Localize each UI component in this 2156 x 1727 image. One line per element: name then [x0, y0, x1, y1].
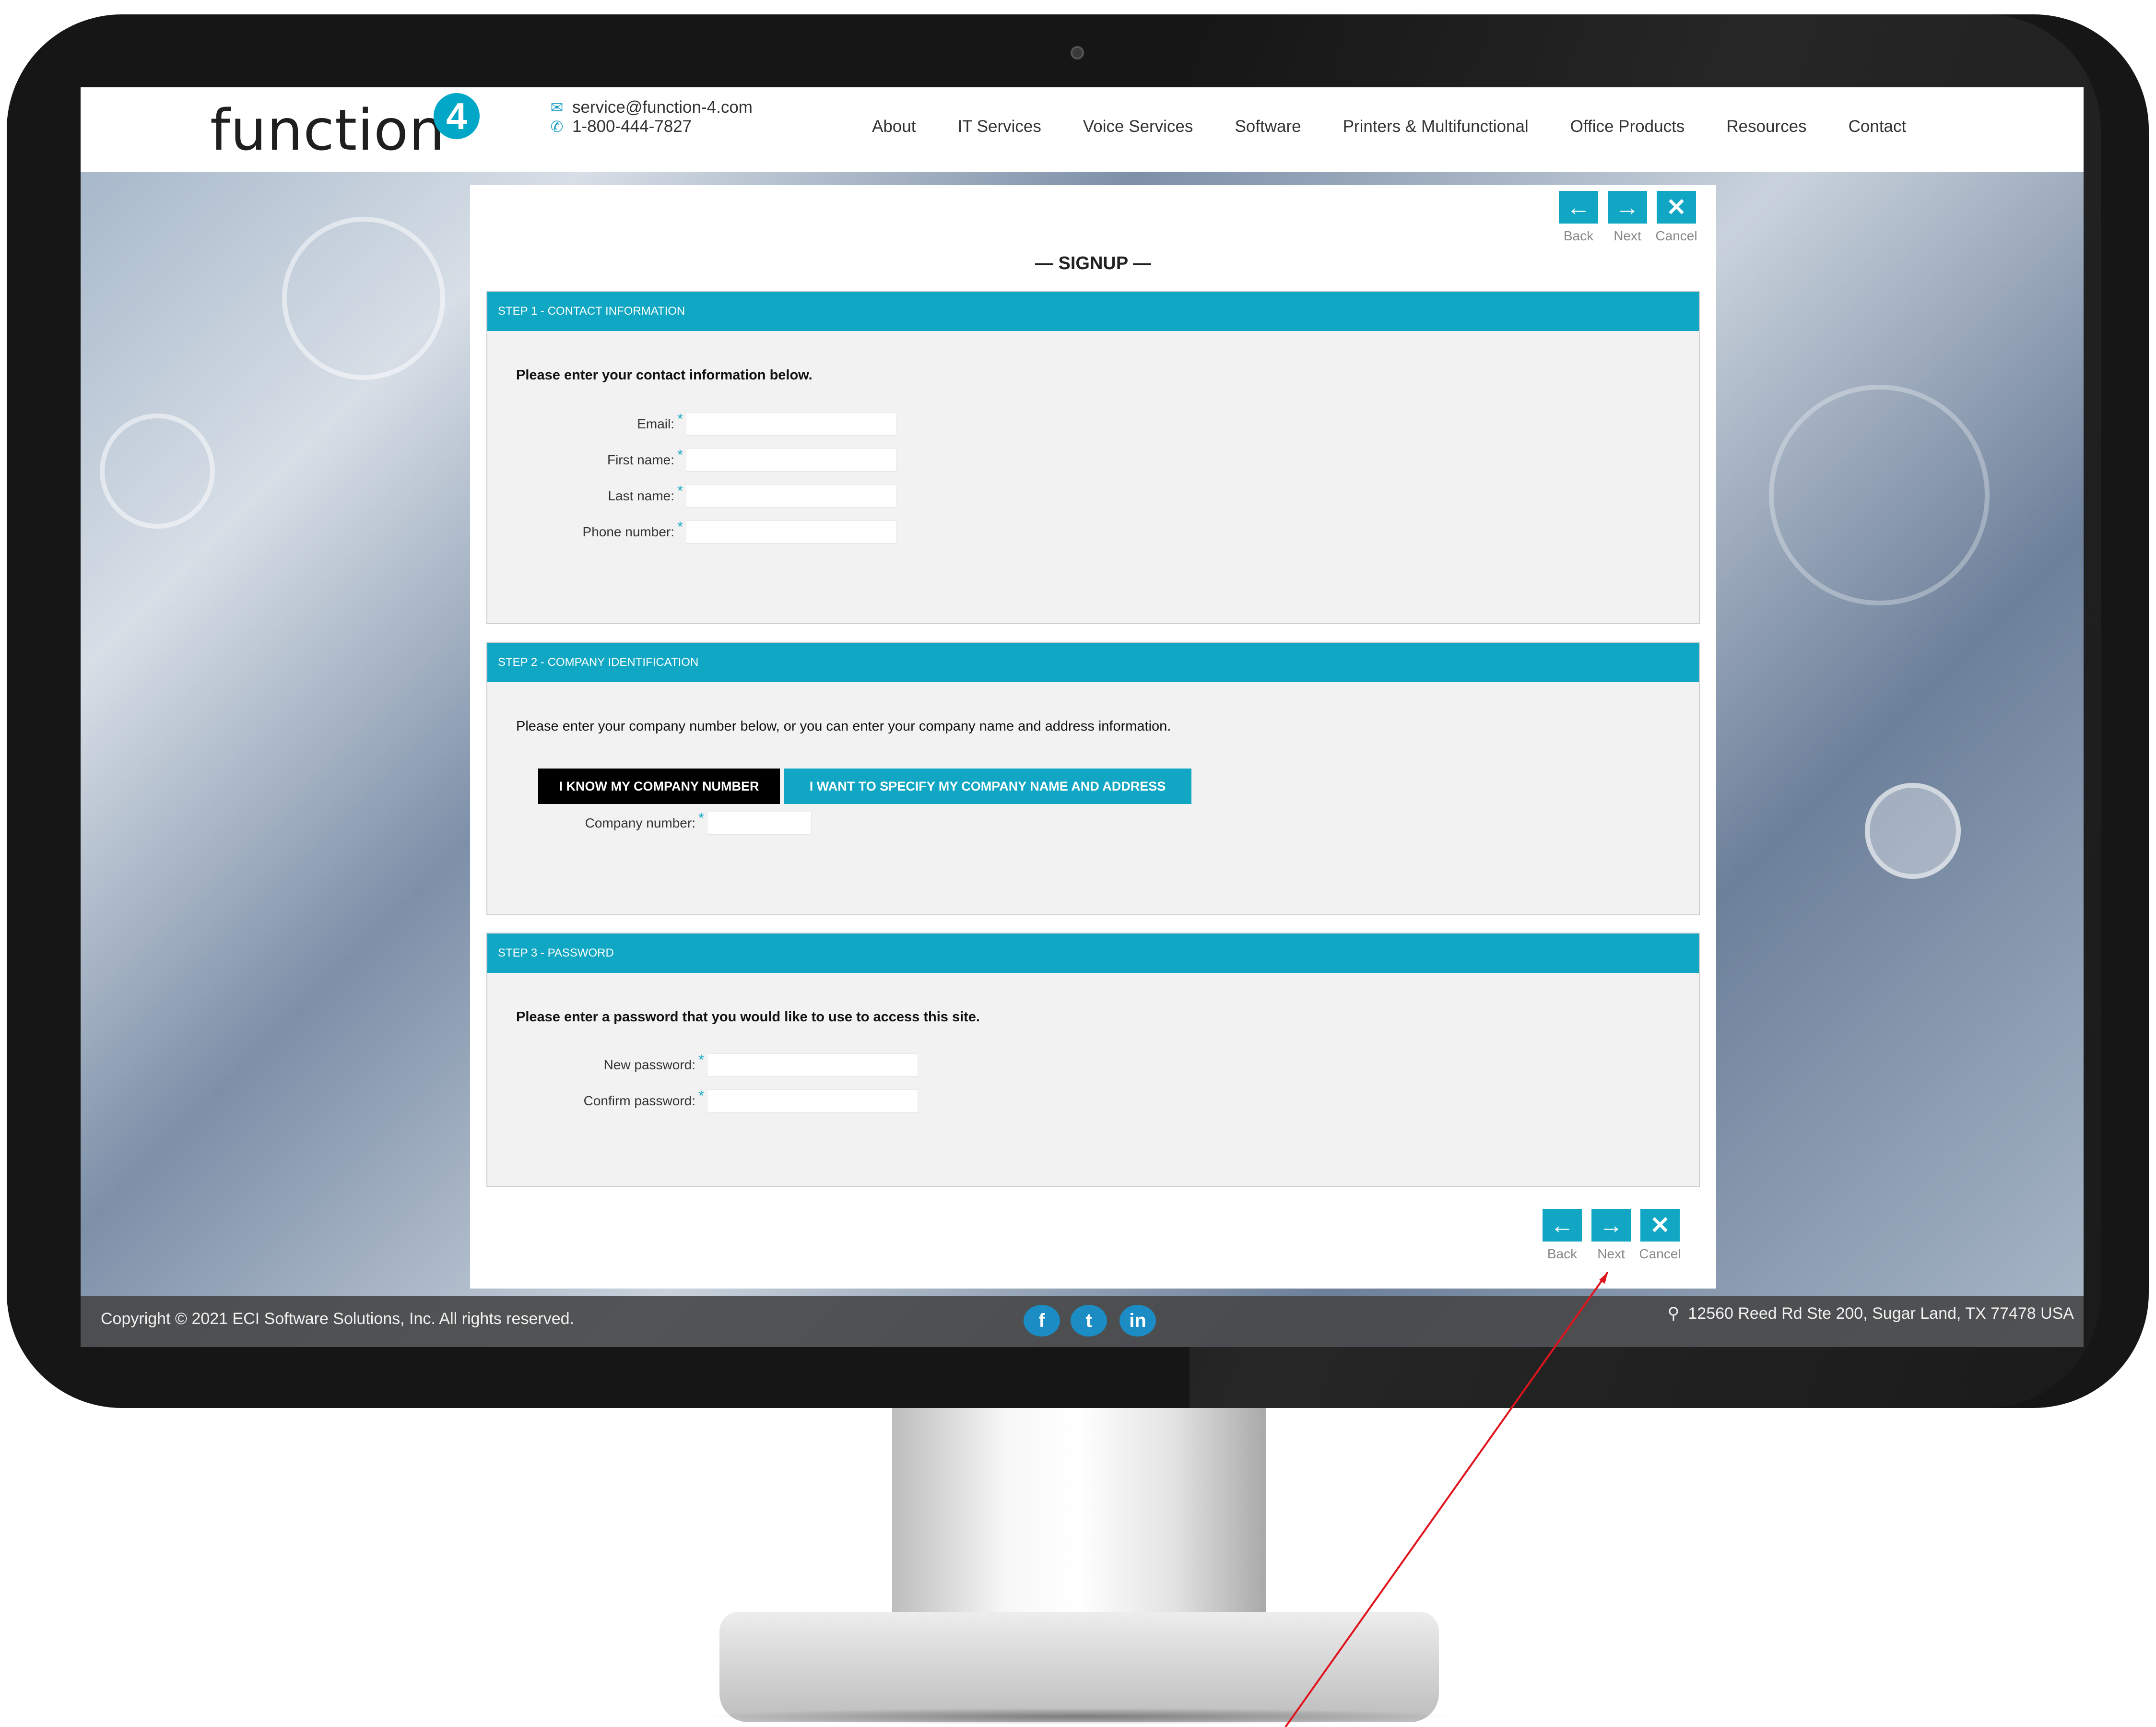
first-name-label: First name:	[607, 452, 674, 467]
nav-item-office-products[interactable]: Office Products	[1570, 117, 1685, 136]
new-password-field[interactable]	[707, 1053, 918, 1076]
required-marker: *	[698, 1088, 704, 1104]
required-marker: *	[677, 411, 683, 427]
new-password-row: New password: *	[487, 1052, 918, 1076]
arrow-right-icon[interactable]: →	[1608, 191, 1647, 224]
step-intro: Please enter your contact information be…	[516, 367, 813, 383]
last-name-field[interactable]	[685, 485, 897, 508]
email-row: Email: *	[487, 411, 897, 436]
required-marker: *	[698, 810, 704, 826]
phone-number-label: Phone number:	[582, 524, 674, 539]
phone-text[interactable]: 1-800-444-7827	[572, 117, 692, 136]
background-circle	[100, 414, 215, 529]
top-wizard-buttons: ← Back → Next ✕ Cancel	[1559, 191, 1706, 244]
confirm-password-label: Confirm password:	[583, 1093, 695, 1108]
cancel-label: Cancel	[1655, 228, 1697, 243]
arrow-left-icon[interactable]: ←	[1559, 191, 1598, 224]
nav-item-software[interactable]: Software	[1235, 117, 1301, 136]
site-footer: Copyright © 2021 ECI Software Solutions,…	[81, 1296, 2084, 1347]
required-marker: *	[677, 519, 683, 535]
cancel-button[interactable]: ✕ Cancel	[1639, 1209, 1681, 1262]
monitor-screen: function 4 ✉ service@function-4.com ✆ 1-…	[81, 87, 2084, 1347]
step-intro: Please enter a password that you would l…	[516, 1009, 980, 1025]
nav-item-voice-services[interactable]: Voice Services	[1083, 117, 1193, 136]
email-field[interactable]	[685, 413, 897, 436]
last-name-label: Last name:	[608, 488, 674, 503]
option-known-company-number[interactable]: I KNOW MY COMPANY NUMBER	[538, 769, 780, 804]
arrow-right-icon[interactable]: →	[1591, 1209, 1631, 1242]
step-password: STEP 3 - PASSWORD Please enter a passwor…	[486, 933, 1700, 1187]
step-intro: Please enter your company number below, …	[516, 719, 1171, 734]
background-circle	[1769, 385, 1990, 605]
option-specify-company-name[interactable]: I WANT TO SPECIFY MY COMPANY NAME AND AD…	[784, 769, 1191, 804]
monitor-base	[719, 1612, 1439, 1722]
cancel-button[interactable]: ✕ Cancel	[1655, 191, 1697, 244]
webcam	[1071, 46, 1084, 59]
email-text[interactable]: service@function-4.com	[572, 98, 753, 117]
required-marker: *	[677, 447, 683, 463]
step-header: STEP 2 - COMPANY IDENTIFICATION	[487, 643, 1699, 682]
close-icon[interactable]: ✕	[1657, 191, 1696, 224]
company-number-field[interactable]	[707, 812, 812, 835]
nav-item-contact[interactable]: Contact	[1849, 117, 1907, 136]
background-circle	[282, 217, 445, 380]
required-marker: *	[677, 483, 683, 499]
main-nav: About IT Services Voice Services Softwar…	[872, 117, 1948, 136]
copyright-text: Copyright © 2021 ECI Software Solutions,…	[101, 1310, 574, 1328]
monitor-stand	[892, 1408, 1266, 1633]
phone-number-row: Phone number: *	[487, 519, 897, 544]
stand-shadow	[700, 1708, 1458, 1725]
bottom-wizard-buttons: ← Back → Next ✕ Cancel	[1543, 1209, 1689, 1262]
back-button[interactable]: ← Back	[1543, 1209, 1582, 1262]
nav-item-printers[interactable]: Printers & Multifunctional	[1343, 117, 1529, 136]
nav-item-about[interactable]: About	[872, 117, 916, 136]
background-circle	[1865, 783, 1961, 879]
company-number-row: Company number: *	[487, 810, 812, 835]
close-icon[interactable]: ✕	[1640, 1209, 1680, 1242]
address-text: 12560 Reed Rd Ste 200, Sugar Land, TX 77…	[1688, 1304, 2074, 1323]
header-email[interactable]: ✉ service@function-4.com	[548, 98, 753, 117]
facebook-icon[interactable]: f	[1024, 1305, 1060, 1337]
signup-panel: ← Back → Next ✕ Cancel — SIGNUP — STEP 1…	[470, 185, 1716, 1289]
step-contact-information: STEP 1 - CONTACT INFORMATION Please ente…	[486, 291, 1700, 624]
footer-address: ⚲ 12560 Reed Rd Ste 200, Sugar Land, TX …	[1667, 1304, 2074, 1323]
email-label: Email:	[637, 416, 674, 431]
last-name-row: Last name: *	[487, 483, 897, 508]
step-header: STEP 1 - CONTACT INFORMATION	[487, 292, 1699, 331]
cancel-label: Cancel	[1639, 1246, 1681, 1261]
nav-item-resources[interactable]: Resources	[1726, 117, 1806, 136]
first-name-row: First name: *	[487, 447, 897, 472]
phone-icon: ✆	[550, 118, 564, 135]
page-title: — SIGNUP —	[1035, 253, 1152, 273]
required-marker: *	[698, 1052, 704, 1068]
next-button[interactable]: → Next	[1591, 1209, 1631, 1262]
logo-badge: 4	[434, 93, 480, 139]
linkedin-icon[interactable]: in	[1119, 1305, 1156, 1337]
confirm-password-field[interactable]	[707, 1089, 918, 1112]
back-button[interactable]: ← Back	[1559, 191, 1598, 244]
twitter-icon[interactable]: t	[1071, 1305, 1107, 1337]
map-pin-icon: ⚲	[1667, 1304, 1680, 1323]
phone-number-field[interactable]	[685, 520, 897, 544]
site-header: function 4 ✉ service@function-4.com ✆ 1-…	[81, 87, 2084, 172]
envelope-icon: ✉	[550, 99, 564, 116]
arrow-left-icon[interactable]: ←	[1543, 1209, 1582, 1242]
first-name-field[interactable]	[685, 449, 897, 472]
company-number-label: Company number:	[585, 816, 695, 830]
step-header: STEP 3 - PASSWORD	[487, 934, 1699, 973]
step-company-identification: STEP 2 - COMPANY IDENTIFICATION Please e…	[486, 642, 1700, 915]
nav-item-it-services[interactable]: IT Services	[957, 117, 1041, 136]
new-password-label: New password:	[603, 1057, 695, 1072]
brand-logo[interactable]: function	[210, 97, 445, 163]
confirm-password-row: Confirm password: *	[487, 1088, 918, 1112]
header-phone[interactable]: ✆ 1-800-444-7827	[548, 117, 692, 136]
next-button[interactable]: → Next	[1608, 191, 1647, 244]
